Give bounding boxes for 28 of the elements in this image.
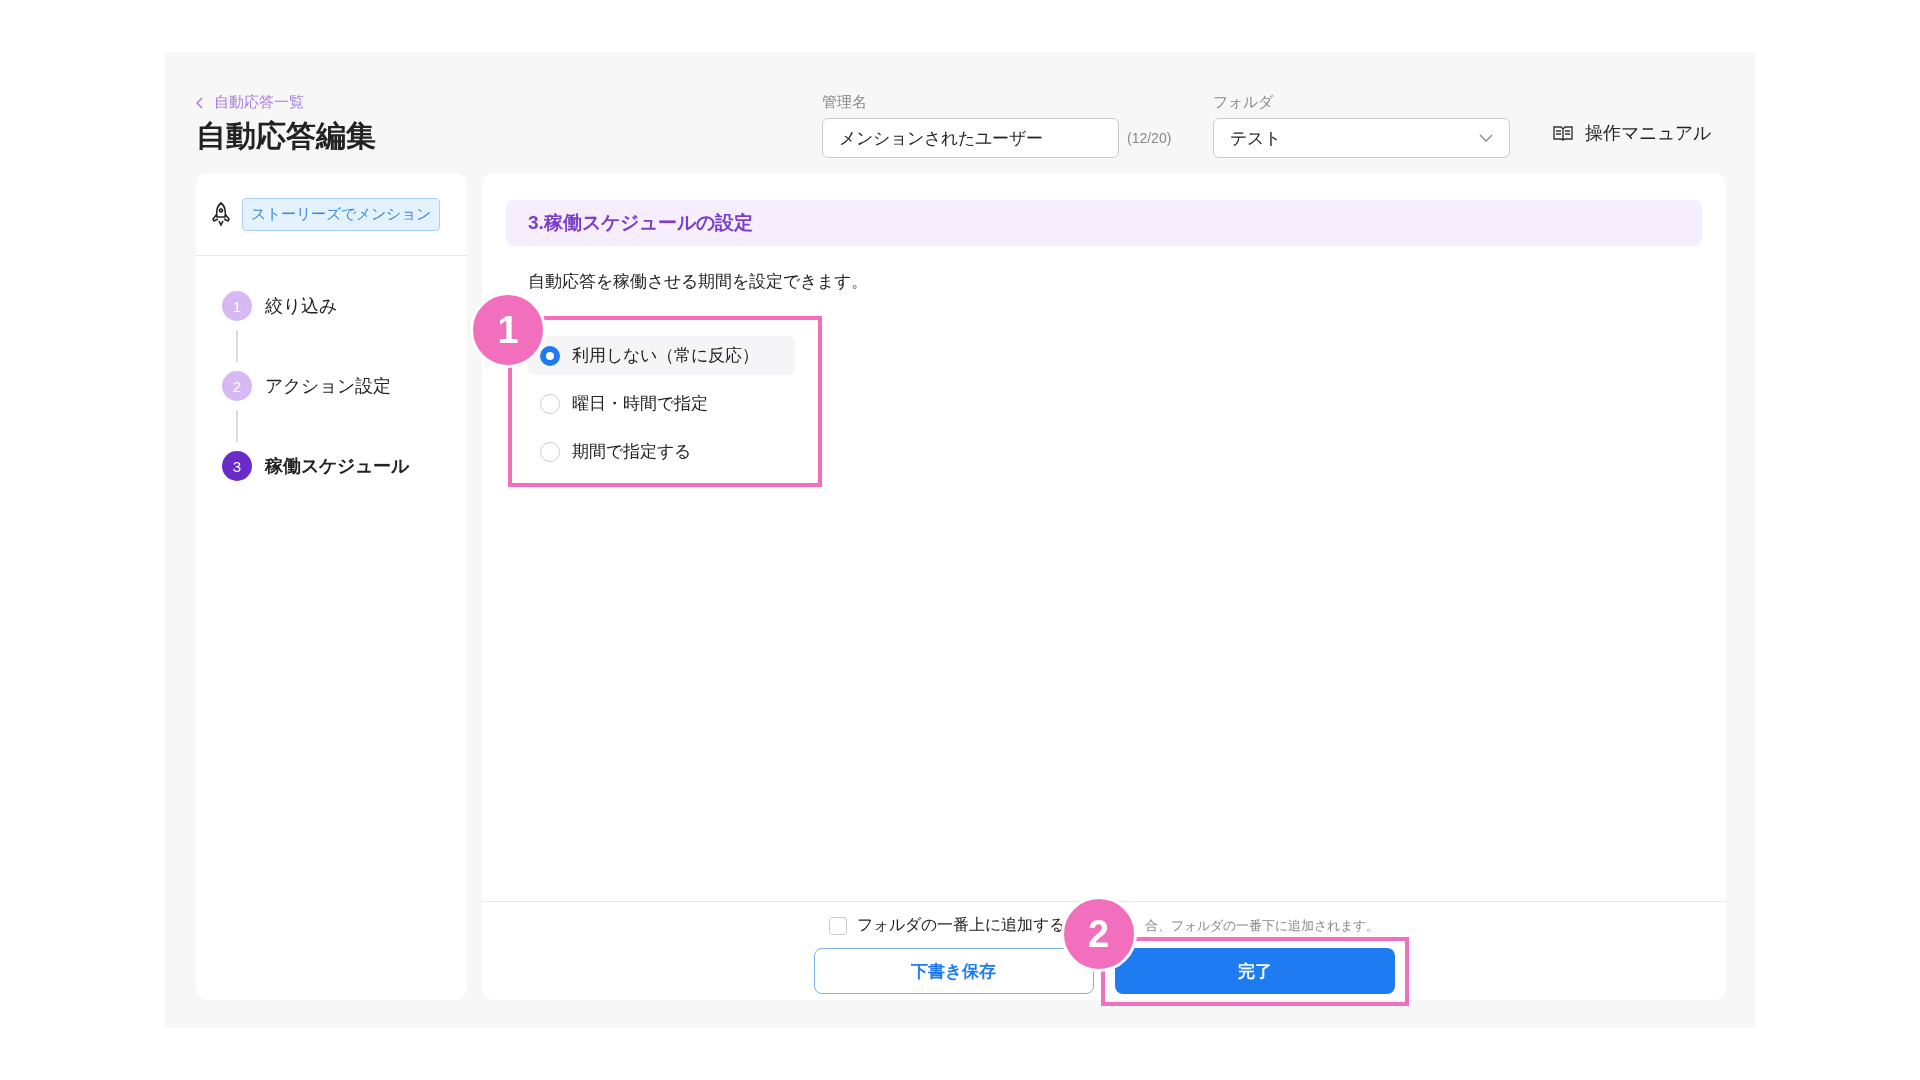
radio-option[interactable]: 期間で指定する	[528, 432, 795, 471]
step-item[interactable]: 3 稼働スケジュール	[222, 451, 441, 481]
hint-text: 合、フォルダの一番下に追加されます。	[1145, 916, 1379, 935]
step-number: 1	[222, 291, 252, 321]
step-item[interactable]: 2 アクション設定	[222, 371, 441, 401]
step-item[interactable]: 1 絞り込み	[222, 291, 441, 321]
section-description: 自動応答を稼働させる期間を設定できます。	[528, 271, 869, 293]
checkbox[interactable]	[829, 916, 847, 935]
save-draft-button[interactable]: 下書き保存	[813, 948, 1094, 994]
step-number: 2	[222, 371, 252, 401]
step-number: 3	[222, 451, 252, 481]
trigger-tag: ストーリーズでメンション	[242, 197, 440, 231]
rocket-icon	[210, 201, 232, 227]
complete-button[interactable]: 完了	[1114, 948, 1395, 994]
book-icon	[1553, 125, 1574, 141]
field-label: 管理名	[822, 93, 868, 112]
field-label: フォルダ	[1213, 93, 1275, 112]
radio-option[interactable]: 利用しない（常に反応）	[528, 336, 795, 375]
chevron-down-icon	[1479, 134, 1494, 142]
character-counter: (12/20)	[1127, 130, 1172, 146]
page-title: 自動応答編集	[196, 118, 377, 154]
section-header: 3.稼働スケジュールの設定	[506, 200, 1702, 246]
folder-select[interactable]: テスト	[1213, 118, 1511, 158]
manual-link[interactable]: 操作マニュアル	[1553, 121, 1712, 145]
chevron-left-icon	[196, 96, 204, 109]
radio-option[interactable]: 曜日・時間で指定	[528, 384, 795, 423]
callout-badge: 1	[470, 292, 546, 368]
name-input-field[interactable]: メンションされたユーザー	[822, 118, 1119, 158]
